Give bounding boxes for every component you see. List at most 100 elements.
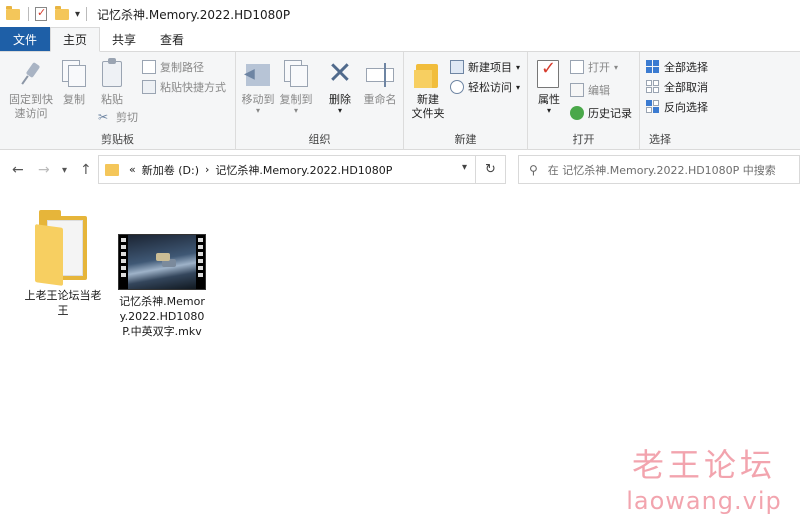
search-placeholder: 在 记忆杀神.Memory.2022.HD1080P 中搜索	[547, 163, 776, 177]
new-folder-label: 新建 文件夹	[411, 93, 445, 120]
ribbon: 固定到快 速访问 复制 粘贴 复制路径 粘贴快捷方式 ✂ 剪切 剪贴板 ◀ 移动…	[0, 52, 800, 150]
divider	[86, 7, 88, 21]
folder-icon	[6, 6, 22, 22]
paste-button[interactable]: 粘贴	[96, 58, 128, 107]
title-bar: ▾ 记忆杀神.Memory.2022.HD1080P	[0, 0, 800, 28]
properties-icon[interactable]	[35, 6, 51, 22]
open-label: 打开	[588, 61, 610, 74]
rename-button[interactable]: 重命名	[360, 58, 400, 107]
new-item-label: 新建项目	[468, 61, 512, 74]
edit-button[interactable]: 编辑	[570, 81, 610, 99]
new-folder-button[interactable]: 新建 文件夹	[410, 58, 446, 121]
divider	[28, 7, 29, 21]
list-item[interactable]: 记忆杀神.Memory.2022.HD1080P.中英双字.mkv	[116, 234, 208, 339]
open-button[interactable]: 打开 ▾	[570, 58, 618, 76]
up-arrow-icon[interactable]: ↑	[80, 162, 92, 178]
easy-access-chevron-icon: ▾	[516, 82, 521, 92]
recent-locations-chevron-icon[interactable]: ▾	[62, 165, 67, 176]
window-title: 记忆杀神.Memory.2022.HD1080P	[97, 7, 291, 22]
delete-label: 删除	[329, 93, 351, 106]
customize-quick-access-chevron-icon[interactable]: ▾	[75, 9, 80, 20]
list-item[interactable]: 上老王论坛当老王	[20, 206, 106, 318]
invert-selection-label: 反向选择	[664, 101, 708, 114]
organize-group: 移动到 ▾ 复制到 ▾ ✕ 删除 ▾ 重命名 组织	[236, 52, 404, 150]
breadcrumb-overflow[interactable]: «	[129, 163, 136, 176]
select-all-button[interactable]: 全部选择	[646, 58, 708, 76]
easy-access-label: 轻松访问	[468, 81, 512, 94]
copy-path-button[interactable]: 复制路径	[142, 58, 204, 76]
copy-to-chevron-icon: ▾	[293, 106, 298, 115]
delete-chevron-icon: ▾	[337, 106, 342, 115]
properties-label: 属性	[538, 93, 560, 106]
move-to-chevron-icon: ▾	[255, 106, 260, 115]
copy-icon	[58, 58, 90, 90]
open-chevron-icon: ▾	[614, 62, 619, 72]
history-icon	[570, 106, 584, 120]
select-group: 全部选择 全部取消 反向选择 选择	[640, 52, 800, 150]
scissors-icon: ✂	[98, 110, 109, 124]
cut-button[interactable]: ✂ 剪切	[98, 108, 138, 126]
select-all-icon	[646, 60, 660, 74]
paste-shortcut-label: 粘贴快捷方式	[160, 81, 226, 94]
open-group-label: 打开	[572, 133, 595, 146]
copy-path-label: 复制路径	[160, 61, 204, 74]
easy-access-button[interactable]: 轻松访问 ▾	[450, 78, 520, 96]
move-to-icon	[242, 58, 274, 90]
properties-button[interactable]: 属性 ▾	[532, 58, 566, 115]
clipboard-group-label: 剪贴板	[101, 133, 134, 146]
history-label: 历史记录	[588, 107, 632, 120]
search-box[interactable]: ⚲ 在 记忆杀神.Memory.2022.HD1080P 中搜索	[518, 155, 800, 184]
new-item-chevron-icon: ▾	[516, 62, 521, 72]
forward-arrow-icon[interactable]: →	[38, 162, 50, 178]
clipboard-group: 固定到快 速访问 复制 粘贴 复制路径 粘贴快捷方式 ✂ 剪切 剪贴板	[0, 52, 236, 150]
edit-icon	[570, 83, 584, 97]
new-item-button[interactable]: 新建项目 ▾	[450, 58, 520, 76]
video-thumbnail-icon	[118, 234, 206, 290]
copy-button[interactable]: 复制	[58, 58, 90, 107]
copy-to-button[interactable]: 复制到 ▾	[278, 58, 314, 115]
invert-selection-icon	[646, 100, 660, 114]
move-to-button[interactable]: 移动到 ▾	[240, 58, 276, 115]
open-icon	[570, 60, 584, 74]
paste-shortcut-icon	[142, 80, 156, 94]
copy-label: 复制	[63, 93, 85, 106]
history-button[interactable]: 历史记录	[570, 104, 632, 122]
breadcrumb-drive[interactable]: 新加卷 (D:)	[142, 162, 199, 178]
new-group: 新建 文件夹 新建项目 ▾ 轻松访问 ▾ 新建	[404, 52, 528, 150]
new-folder-icon	[412, 58, 444, 90]
new-item-icon	[450, 60, 464, 74]
watermark: 老王论坛 laowang.vip	[610, 444, 798, 516]
refresh-icon[interactable]: ↻	[476, 155, 506, 184]
tab-home[interactable]: 主页	[50, 27, 101, 52]
delete-button[interactable]: ✕ 删除 ▾	[324, 58, 356, 115]
new-group-label: 新建	[454, 133, 477, 146]
tab-view[interactable]: 查看	[148, 27, 196, 51]
new-folder-icon[interactable]	[55, 6, 71, 22]
breadcrumb-folder[interactable]: 记忆杀神.Memory.2022.HD1080P	[215, 162, 392, 178]
copy-path-icon	[142, 60, 156, 74]
breadcrumb-separator[interactable]: ›	[205, 163, 209, 176]
watermark-title: 老王论坛	[631, 446, 776, 484]
select-none-button[interactable]: 全部取消	[646, 78, 708, 96]
address-bar[interactable]: « 新加卷 (D:) › 记忆杀神.Memory.2022.HD1080P ▾	[98, 155, 476, 184]
organize-group-label: 组织	[308, 133, 331, 146]
pin-to-quick-access-button[interactable]: 固定到快 速访问	[6, 58, 56, 121]
easy-access-icon	[450, 80, 464, 94]
folder-icon	[105, 163, 119, 176]
back-arrow-icon[interactable]: ←	[12, 162, 24, 178]
tab-file[interactable]: 文件	[0, 27, 50, 51]
paste-shortcut-button[interactable]: 粘贴快捷方式	[142, 78, 226, 96]
select-group-label: 选择	[649, 133, 671, 146]
move-to-label: 移动到	[241, 93, 275, 106]
paste-label: 粘贴	[101, 93, 123, 106]
search-icon: ⚲	[529, 162, 538, 177]
ribbon-tabs: 文件 主页 共享 查看	[0, 27, 800, 52]
copy-to-icon	[280, 58, 312, 90]
address-history-chevron-icon[interactable]: ▾	[462, 162, 467, 173]
item-name: 上老王论坛当老王	[24, 289, 102, 317]
edit-label: 编辑	[588, 84, 610, 97]
tab-share[interactable]: 共享	[100, 27, 148, 51]
invert-selection-button[interactable]: 反向选择	[646, 98, 708, 116]
quick-access-toolbar: ▾	[0, 0, 89, 28]
folder-icon	[33, 206, 93, 286]
